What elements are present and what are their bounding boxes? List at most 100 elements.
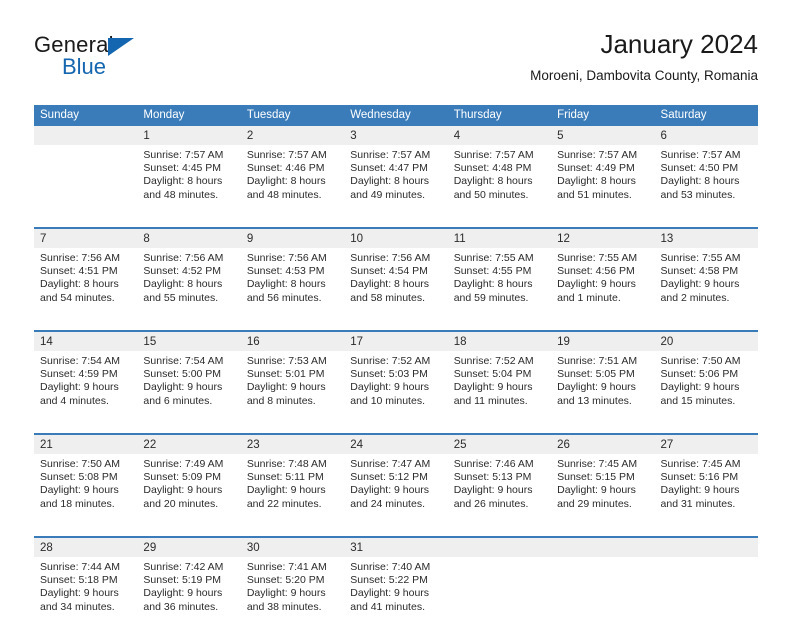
day-info: Sunrise: 7:48 AM Sunset: 5:11 PM Daylight:…: [241, 454, 344, 536]
daylight-text-line1: Daylight: 9 hours: [40, 587, 119, 600]
daylight-text-line2: and 48 minutes.: [143, 188, 219, 201]
calendar-day-cell[interactable]: 30 Sunrise: 7:41 AM Sunset: 5:20 PM Dayligh…: [240, 536, 345, 639]
calendar-week-row: 28 Sunrise: 7:44 AM Sunset: 5:18 PM Dayligh…: [34, 536, 758, 639]
calendar-day-cell[interactable]: 31 Sunrise: 7:40 AM Sunset: 5:22 PM Dayligh…: [344, 536, 448, 639]
calendar-day-cell[interactable]: 24 Sunrise: 7:47 AM Sunset: 5:12 PM Dayligh…: [344, 433, 448, 537]
day-info: Sunrise: 7:55 AM Sunset: 4:58 PM Daylight:…: [655, 248, 758, 330]
triangle-icon: [108, 38, 134, 56]
page-title: January 2024: [600, 29, 758, 59]
daylight-text-line1: Daylight: 9 hours: [143, 381, 223, 394]
sunset-text: Sunset: 5:09 PM: [143, 471, 222, 484]
calendar-day-cell[interactable]: 20 Sunrise: 7:50 AM Sunset: 5:06 PM Dayligh…: [654, 330, 758, 434]
sunrise-text: Sunrise: 7:55 AM: [557, 252, 638, 264]
daylight-text-line2: and 6 minutes.: [143, 394, 213, 407]
sunset-text: Sunset: 4:52 PM: [143, 265, 222, 278]
calendar-day-cell[interactable]: 8 Sunrise: 7:56 AM Sunset: 4:52 PM Daylight…: [137, 227, 241, 331]
calendar-day-cell[interactable]: 26 Sunrise: 7:45 AM Sunset: 5:15 PM Dayligh…: [551, 433, 655, 537]
day-number: 18: [447, 332, 552, 351]
day-info: Sunrise: 7:47 AM Sunset: 5:12 PM Daylight:…: [344, 454, 447, 536]
day-number: 8: [137, 229, 241, 248]
sunrise-text: Sunrise: 7:47 AM: [350, 458, 431, 470]
sunrise-text: Sunrise: 7:57 AM: [246, 149, 327, 161]
sunrise-text: Sunrise: 7:45 AM: [557, 458, 638, 470]
calendar-day-cell[interactable]: 15 Sunrise: 7:54 AM Sunset: 5:00 PM Dayligh…: [137, 330, 241, 434]
daylight-text-line2: and 20 minutes.: [143, 497, 219, 510]
day-number: 19: [551, 332, 655, 351]
calendar-day-cell[interactable]: 23 Sunrise: 7:48 AM Sunset: 5:11 PM Dayligh…: [240, 433, 345, 537]
weekday-header-sunday: Sunday: [34, 105, 138, 126]
day-info: Sunrise: 7:57 AM Sunset: 4:46 PM Daylight:…: [241, 145, 344, 227]
calendar-day-cell[interactable]: 2 Sunrise: 7:57 AM Sunset: 4:46 PM Daylight…: [240, 126, 345, 228]
daylight-text-line1: Daylight: 9 hours: [350, 484, 430, 497]
calendar-day-cell[interactable]: 19 Sunrise: 7:51 AM Sunset: 5:05 PM Dayligh…: [551, 330, 655, 434]
daylight-text-line1: Daylight: 8 hours: [557, 175, 636, 188]
day-info: Sunrise: 7:51 AM Sunset: 5:05 PM Daylight:…: [551, 351, 654, 433]
calendar-day-cell[interactable]: 17 Sunrise: 7:52 AM Sunset: 5:03 PM Dayligh…: [344, 330, 448, 434]
daylight-text-line2: and 26 minutes.: [453, 497, 529, 510]
calendar-day-cell[interactable]: 10 Sunrise: 7:56 AM Sunset: 4:54 PM Dayligh…: [344, 227, 448, 331]
calendar-day-cell[interactable]: 1 Sunrise: 7:57 AM Sunset: 4:45 PM Daylight…: [137, 126, 241, 228]
sunset-text: Sunset: 5:01 PM: [246, 368, 325, 381]
calendar-day-cell[interactable]: 3 Sunrise: 7:57 AM Sunset: 4:47 PM Daylight…: [344, 126, 448, 228]
calendar-day-cell[interactable]: 14 Sunrise: 7:54 AM Sunset: 4:59 PM Dayligh…: [34, 330, 138, 434]
sunset-text: Sunset: 5:12 PM: [350, 471, 428, 484]
sunset-text: Sunset: 4:46 PM: [246, 162, 325, 175]
day-number: 25: [447, 435, 552, 454]
daylight-text-line2: and 55 minutes.: [143, 291, 219, 304]
daylight-text-line1: Daylight: 8 hours: [143, 278, 223, 291]
daylight-text-line1: Daylight: 9 hours: [660, 484, 740, 497]
calendar-day-cell[interactable]: 11 Sunrise: 7:55 AM Sunset: 4:55 PM Dayligh…: [447, 227, 552, 331]
calendar-day-cell[interactable]: 25 Sunrise: 7:46 AM Sunset: 5:13 PM Dayligh…: [447, 433, 552, 537]
weekday-header-monday: Monday: [137, 105, 241, 126]
calendar-day-cell[interactable]: 5 Sunrise: 7:57 AM Sunset: 4:49 PM Daylight…: [551, 126, 655, 228]
sunset-text: Sunset: 5:15 PM: [557, 471, 635, 484]
daylight-text-line1: Daylight: 9 hours: [40, 381, 119, 394]
daylight-text-line1: Daylight: 8 hours: [660, 175, 740, 188]
calendar-page: General Blue January 2024 Moroeni, Dambo…: [0, 0, 792, 639]
calendar-day-cell[interactable]: 21 Sunrise: 7:50 AM Sunset: 5:08 PM Dayligh…: [34, 433, 138, 537]
calendar-day-cell[interactable]: 29 Sunrise: 7:42 AM Sunset: 5:19 PM Dayligh…: [137, 536, 241, 639]
calendar-day-cell[interactable]: 18 Sunrise: 7:52 AM Sunset: 5:04 PM Dayligh…: [447, 330, 552, 434]
day-number: [551, 538, 655, 557]
calendar-body: 1 Sunrise: 7:57 AM Sunset: 4:45 PM Daylight…: [34, 126, 758, 639]
calendar-day-cell[interactable]: 4 Sunrise: 7:57 AM Sunset: 4:48 PM Daylight…: [447, 126, 552, 228]
calendar-day-cell[interactable]: 12 Sunrise: 7:55 AM Sunset: 4:56 PM Dayligh…: [551, 227, 655, 331]
sunrise-text: Sunrise: 7:48 AM: [246, 458, 327, 470]
sunrise-text: Sunrise: 7:53 AM: [246, 355, 327, 367]
daylight-text-line2: and 1 minute.: [557, 291, 621, 304]
sunrise-text: Sunrise: 7:41 AM: [246, 561, 327, 573]
day-number: 4: [447, 126, 552, 145]
sunset-text: Sunset: 5:19 PM: [143, 574, 222, 587]
daylight-text-line1: Daylight: 8 hours: [143, 175, 223, 188]
daylight-text-line1: Daylight: 9 hours: [453, 381, 533, 394]
calendar-day-cell[interactable]: 28 Sunrise: 7:44 AM Sunset: 5:18 PM Dayligh…: [34, 536, 138, 639]
calendar-day-cell[interactable]: 27 Sunrise: 7:45 AM Sunset: 5:16 PM Dayligh…: [654, 433, 758, 537]
daylight-text-line2: and 31 minutes.: [660, 497, 736, 510]
day-info: Sunrise: 7:41 AM Sunset: 5:20 PM Daylight:…: [241, 557, 344, 639]
day-number: 17: [344, 332, 448, 351]
day-number: 22: [137, 435, 241, 454]
day-number: 28: [34, 538, 138, 557]
daylight-text-line2: and 56 minutes.: [246, 291, 322, 304]
logo-word-blue: Blue: [62, 54, 107, 79]
day-number: 27: [654, 435, 758, 454]
calendar-day-cell[interactable]: 22 Sunrise: 7:49 AM Sunset: 5:09 PM Dayligh…: [137, 433, 241, 537]
day-number: 21: [34, 435, 138, 454]
general-blue-logo[interactable]: General Blue: [34, 32, 234, 86]
calendar-day-cell[interactable]: 13 Sunrise: 7:55 AM Sunset: 4:58 PM Dayligh…: [654, 227, 758, 331]
day-number: 16: [240, 332, 345, 351]
calendar-day-cell[interactable]: 6 Sunrise: 7:57 AM Sunset: 4:50 PM Daylight…: [654, 126, 758, 228]
calendar-day-cell[interactable]: 9 Sunrise: 7:56 AM Sunset: 4:53 PM Daylight…: [240, 227, 345, 331]
day-info: Sunrise: 7:56 AM Sunset: 4:53 PM Daylight:…: [241, 248, 344, 330]
day-number: 26: [551, 435, 655, 454]
sunset-text: Sunset: 4:48 PM: [453, 162, 532, 175]
calendar-day-cell[interactable]: 7 Sunrise: 7:56 AM Sunset: 4:51 PM Daylight…: [34, 227, 138, 331]
day-number: 13: [654, 229, 758, 248]
sunset-text: Sunset: 5:11 PM: [246, 471, 324, 484]
sunset-text: Sunset: 5:04 PM: [453, 368, 532, 381]
day-number: 29: [137, 538, 241, 557]
calendar-day-cell[interactable]: 16 Sunrise: 7:53 AM Sunset: 5:01 PM Dayligh…: [240, 330, 345, 434]
sunrise-text: Sunrise: 7:54 AM: [40, 355, 120, 367]
calendar-table: Sunday Monday Tuesday Wednesday Thursday…: [34, 105, 758, 639]
sunset-text: Sunset: 4:58 PM: [660, 265, 739, 278]
